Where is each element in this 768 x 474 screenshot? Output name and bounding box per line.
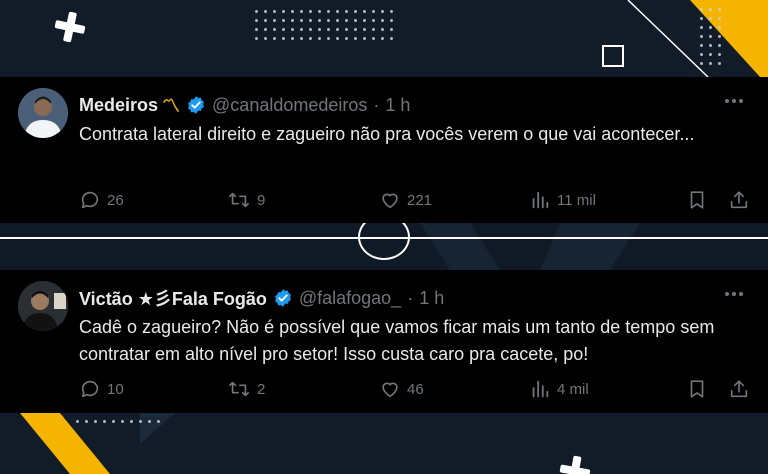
retweet-button[interactable]: 2 — [227, 378, 379, 400]
user-handle[interactable]: @falafogao_ — [299, 288, 401, 309]
retweet-button[interactable]: 9 — [227, 189, 379, 211]
plus-shape-top-left — [52, 9, 88, 45]
tweet-actions: 10 2 46 4 mil — [79, 378, 750, 400]
bookmark-icon — [686, 378, 708, 400]
separator: · — [407, 287, 414, 308]
retweet-count: 9 — [257, 191, 266, 209]
bookmark-button[interactable] — [686, 378, 708, 400]
like-count: 221 — [407, 191, 433, 209]
views-count: 4 mil — [557, 380, 589, 398]
dots-pattern-top — [255, 10, 393, 40]
tweet-actions: 26 9 221 11 mil — [79, 189, 750, 211]
share-button[interactable] — [728, 378, 750, 400]
reply-count: 10 — [107, 380, 124, 398]
views-button[interactable]: 11 mil — [529, 189, 679, 211]
avatar[interactable] — [18, 281, 68, 331]
share-icon — [728, 378, 750, 400]
share-icon — [728, 189, 750, 211]
brand-emoji: 〽 — [162, 96, 181, 116]
dots-pattern-right — [700, 8, 721, 65]
square-outline — [602, 45, 624, 67]
display-name[interactable]: Medeiros — [79, 95, 158, 116]
retweet-icon — [227, 378, 251, 400]
tweet-text: Contrata lateral direito e zagueiro não … — [79, 124, 695, 144]
timestamp[interactable]: 1 h — [385, 95, 410, 116]
heart-icon — [379, 378, 401, 400]
speech-bubble-icon — [79, 189, 101, 211]
views-button[interactable]: 4 mil — [529, 378, 679, 400]
bar-chart-icon — [529, 378, 551, 400]
more-dots-icon[interactable] — [722, 288, 746, 300]
avatar[interactable] — [18, 88, 68, 138]
views-count: 11 mil — [557, 191, 596, 209]
share-button[interactable] — [728, 189, 750, 211]
tweet-header: Victão ★彡Fala Fogão @falafogao_ · 1 h — [79, 285, 444, 311]
retweet-count: 2 — [257, 380, 266, 398]
reply-button[interactable]: 10 — [79, 378, 199, 400]
user-handle[interactable]: @canaldomedeiros — [212, 95, 367, 116]
display-name[interactable]: Victão ★彡Fala Fogão — [79, 285, 267, 311]
timestamp[interactable]: 1 h — [419, 288, 444, 309]
heart-icon — [379, 189, 401, 211]
tweet-header: Medeiros 〽 @canaldomedeiros · 1 h — [79, 92, 410, 118]
reply-button[interactable]: 26 — [79, 189, 199, 211]
bookmark-button[interactable] — [686, 189, 708, 211]
verified-badge-icon — [273, 288, 293, 308]
retweet-icon — [227, 189, 251, 211]
like-button[interactable]: 221 — [379, 189, 529, 211]
more-dots-icon[interactable] — [722, 95, 746, 107]
bar-chart-icon — [529, 189, 551, 211]
reply-count: 26 — [107, 191, 124, 209]
tweet-text: Cadê o zagueiro? Não é possível que vamo… — [79, 317, 715, 364]
separator: · — [373, 94, 380, 115]
speech-bubble-icon — [79, 378, 101, 400]
verified-badge-icon — [186, 95, 206, 115]
bookmark-icon — [686, 189, 708, 211]
tweet-card[interactable]: Victão ★彡Fala Fogão @falafogao_ · 1 h Ca… — [0, 270, 768, 413]
dots-pattern-bottom — [76, 420, 160, 423]
like-button[interactable]: 46 — [379, 378, 529, 400]
tweet-card[interactable]: Medeiros 〽 @canaldomedeiros · 1 h Contra… — [0, 77, 768, 223]
like-count: 46 — [407, 380, 424, 398]
